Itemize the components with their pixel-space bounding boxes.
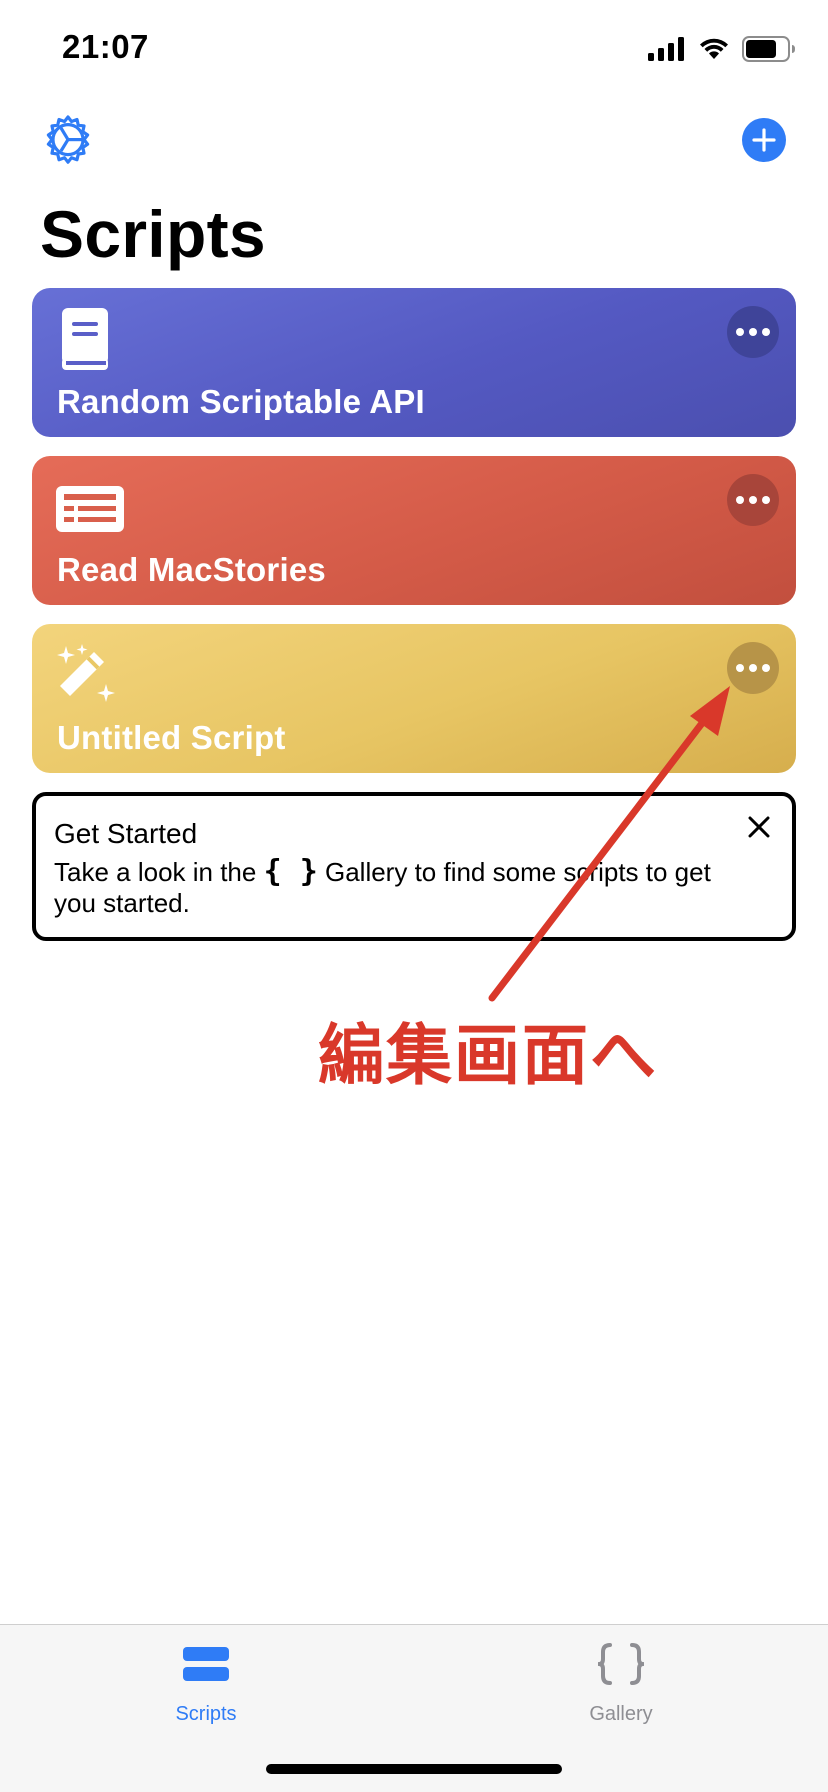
- more-button[interactable]: [727, 306, 779, 358]
- plus-icon: [752, 128, 776, 152]
- script-card-untitled-script[interactable]: Untitled Script: [32, 624, 796, 773]
- script-title: Read MacStories: [57, 551, 326, 588]
- settings-button[interactable]: [40, 112, 96, 168]
- close-button[interactable]: [742, 810, 776, 844]
- get-started-panel: Get Started Take a look in the { } Galle…: [32, 792, 796, 941]
- tab-scripts[interactable]: Scripts: [106, 1625, 306, 1745]
- wifi-icon: [700, 38, 728, 59]
- battery-icon: [742, 36, 795, 62]
- get-started-text: Take a look in the { } Gallery to find s…: [54, 856, 744, 919]
- ellipsis-icon: [736, 496, 770, 504]
- more-button[interactable]: [727, 642, 779, 694]
- annotation-label: 編集画面へ: [318, 1017, 658, 1094]
- gear-icon: [46, 115, 90, 164]
- tab-label: Scripts: [175, 1703, 237, 1725]
- magic-wand-icon: [57, 644, 115, 702]
- book-icon: [62, 308, 108, 370]
- script-title: Random Scriptable API: [57, 383, 425, 420]
- status-bar: 21:07: [0, 0, 828, 100]
- status-icons: [648, 36, 796, 62]
- get-started-title: Get Started: [54, 818, 198, 849]
- add-script-button[interactable]: [742, 118, 786, 162]
- ellipsis-icon: [736, 664, 770, 672]
- tab-label: Gallery: [589, 1703, 653, 1725]
- page-title: Scripts: [40, 197, 266, 271]
- ellipsis-icon: [736, 328, 770, 336]
- braces-icon: [598, 1643, 644, 1685]
- script-title: Untitled Script: [57, 719, 286, 756]
- newspaper-icon: [56, 486, 124, 532]
- tab-gallery[interactable]: Gallery: [521, 1625, 721, 1745]
- status-time: 21:07: [62, 28, 149, 65]
- script-card-read-macstories[interactable]: Read MacStories: [32, 456, 796, 605]
- more-button[interactable]: [727, 474, 779, 526]
- get-started-text-before: Take a look in the: [54, 857, 264, 887]
- home-indicator[interactable]: [266, 1764, 562, 1774]
- stack-icon: [183, 1647, 229, 1681]
- close-icon: [748, 816, 770, 838]
- script-card-random-scriptable-api[interactable]: Random Scriptable API: [32, 288, 796, 437]
- signal-icon: [648, 37, 684, 61]
- braces-icon: { }: [263, 854, 318, 889]
